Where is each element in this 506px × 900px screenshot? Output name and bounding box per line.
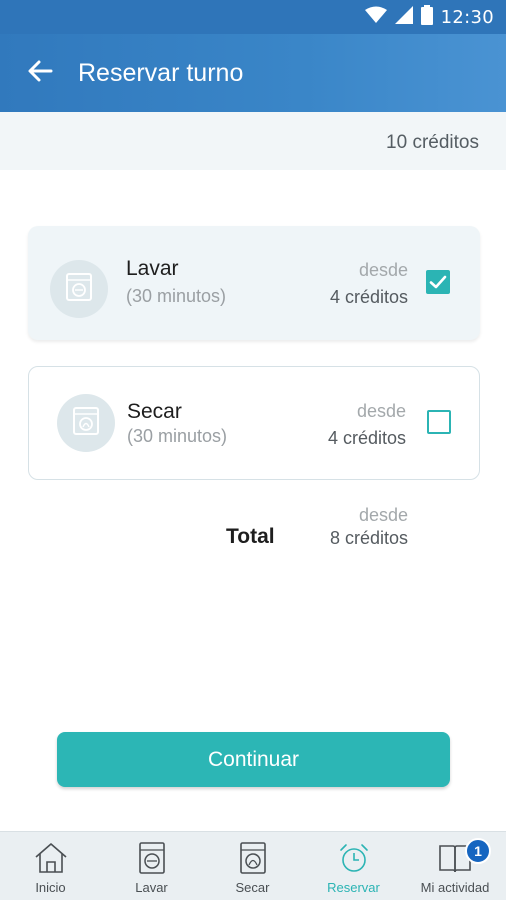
price-prefix: desde	[358, 260, 408, 280]
nav-item-lavar[interactable]: Lavar	[101, 832, 202, 900]
status-bar: 12:30	[0, 0, 506, 34]
total-label: Total	[226, 525, 275, 548]
service-card-lavar[interactable]: Lavar (30 minutos) desde 4 créditos	[28, 226, 480, 340]
nav-item-secar[interactable]: Secar	[202, 832, 303, 900]
alarm-clock-icon	[336, 840, 372, 876]
nav-label: Inicio	[35, 880, 66, 895]
back-button[interactable]	[22, 56, 58, 90]
arrow-left-icon	[27, 59, 53, 88]
nav-label: Secar	[235, 880, 270, 895]
service-name: Secar	[127, 400, 182, 423]
service-duration: (30 minutos)	[126, 286, 227, 306]
secar-checkbox[interactable]	[427, 410, 451, 434]
washer-icon	[134, 840, 170, 876]
service-duration: (30 minutos)	[127, 426, 228, 446]
credits-band: 10 créditos	[0, 112, 506, 170]
service-name: Lavar	[126, 257, 179, 280]
service-card-secar[interactable]: Secar (30 minutos) desde 4 créditos	[28, 366, 480, 480]
nav-label: Reservar	[327, 880, 380, 895]
nav-label: Lavar	[135, 880, 168, 895]
total-prefix: desde	[358, 505, 408, 525]
service-price: 4 créditos	[329, 287, 408, 307]
wifi-icon	[364, 6, 387, 29]
app-bar: Reservar turno	[0, 34, 506, 112]
notification-badge: 1	[465, 838, 491, 864]
signal-icon	[394, 5, 413, 29]
battery-icon	[420, 4, 433, 30]
check-icon	[426, 275, 450, 298]
status-time: 12:30	[440, 6, 494, 28]
nav-item-inicio[interactable]: Inicio	[0, 832, 101, 900]
service-icon-circle	[50, 260, 108, 318]
continue-button[interactable]: Continuar	[57, 732, 450, 787]
service-icon-circle	[57, 394, 115, 452]
nav-item-mi-actividad[interactable]: 1 Mi actividad	[404, 832, 506, 900]
status-icons: 12:30	[364, 4, 494, 30]
credits-balance: 10 créditos	[386, 132, 479, 153]
washer-icon	[66, 272, 92, 306]
dryer-icon	[73, 406, 99, 440]
price-prefix: desde	[356, 401, 406, 421]
nav-item-reservar[interactable]: Reservar	[303, 832, 404, 900]
bottom-nav: Inicio Lavar Secar Reservar 1 Mi activid…	[0, 831, 506, 900]
total-value: 8 créditos	[329, 528, 408, 548]
home-icon	[33, 840, 69, 876]
service-price: 4 créditos	[327, 428, 406, 448]
lavar-checkbox[interactable]	[426, 270, 450, 294]
nav-label: Mi actividad	[420, 880, 490, 895]
page-title: Reservar turno	[78, 59, 244, 87]
dryer-icon	[235, 840, 271, 876]
